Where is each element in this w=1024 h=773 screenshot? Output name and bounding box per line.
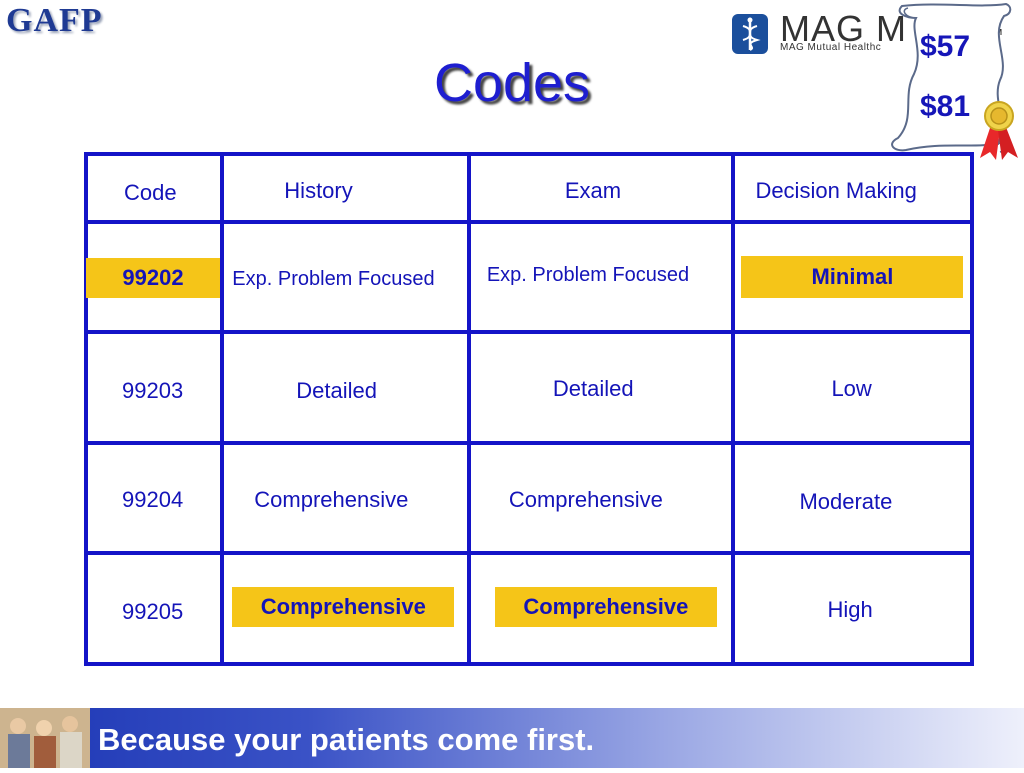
exam-value: Comprehensive (508, 486, 663, 512)
exam-value: Detailed (552, 376, 634, 402)
decision-value: High (827, 597, 873, 623)
table-cell: Low (731, 330, 974, 445)
decision-value: Moderate (799, 488, 893, 514)
history-value: Comprehensive (254, 486, 409, 512)
code-value: 99204 (122, 486, 184, 512)
patients-photo (0, 708, 90, 768)
decision-highlight: Minimal (741, 255, 964, 298)
table-cell: Comprehensive (466, 551, 736, 666)
exam-highlight: Comprehensive (494, 587, 717, 628)
table-row: 99204 Comprehensive Comprehensive Modera… (83, 440, 974, 556)
table-row: 99202 Exp. Problem Focused Exp. Problem … (83, 219, 974, 335)
header-decision-making: Decision Making (755, 178, 917, 203)
header-cell: History (220, 152, 471, 224)
footer-tagline: Because your patients come first. (98, 722, 595, 757)
header-code: Code (124, 180, 177, 205)
caduceus-icon (732, 14, 768, 54)
header-exam: Exam (564, 178, 622, 203)
table-cell: Minimal (731, 219, 974, 335)
history-highlight: Comprehensive (232, 587, 455, 628)
codes-table: Code History Exam Decision Making 99202 … (83, 152, 974, 666)
footer-banner: Because your patients come first. (0, 708, 1024, 768)
table-row: 99203 Detailed Detailed Low (83, 330, 974, 445)
table-cell: Comprehensive (466, 440, 736, 556)
table-header-row: Code History Exam Decision Making (83, 152, 974, 224)
exam-value: Exp. Problem Focused (486, 263, 690, 286)
table-cell: Exp. Problem Focused (466, 219, 736, 335)
table-cell: Comprehensive (220, 551, 471, 666)
table-cell: Detailed (466, 330, 736, 445)
code-value: 99205 (122, 599, 184, 625)
code-highlight: 99202 (86, 257, 220, 298)
table-cell: 99204 (83, 440, 225, 556)
table-cell: 99205 (83, 551, 225, 666)
table-cell: High (731, 551, 974, 666)
table-cell: Comprehensive (220, 440, 471, 556)
header-history: History (284, 178, 353, 203)
table-row: 99205 Comprehensive Comprehensive High (83, 551, 974, 666)
table-cell: 99202 (83, 219, 225, 335)
table-cell: 99203 (83, 330, 225, 445)
header-cell: Decision Making (731, 152, 974, 224)
header-cell: Code (83, 152, 225, 224)
table-cell: Moderate (731, 440, 974, 556)
table-cell: Exp. Problem Focused (220, 219, 471, 335)
table-cell: Detailed (220, 330, 471, 445)
code-value: 99203 (122, 378, 184, 404)
gafp-logo: GAFP (6, 2, 103, 39)
page-title: Codes (433, 53, 591, 113)
history-value: Detailed (296, 378, 378, 404)
history-value: Exp. Problem Focused (232, 267, 435, 290)
decision-value: Low (831, 376, 872, 402)
header-cell: Exam (466, 152, 736, 224)
